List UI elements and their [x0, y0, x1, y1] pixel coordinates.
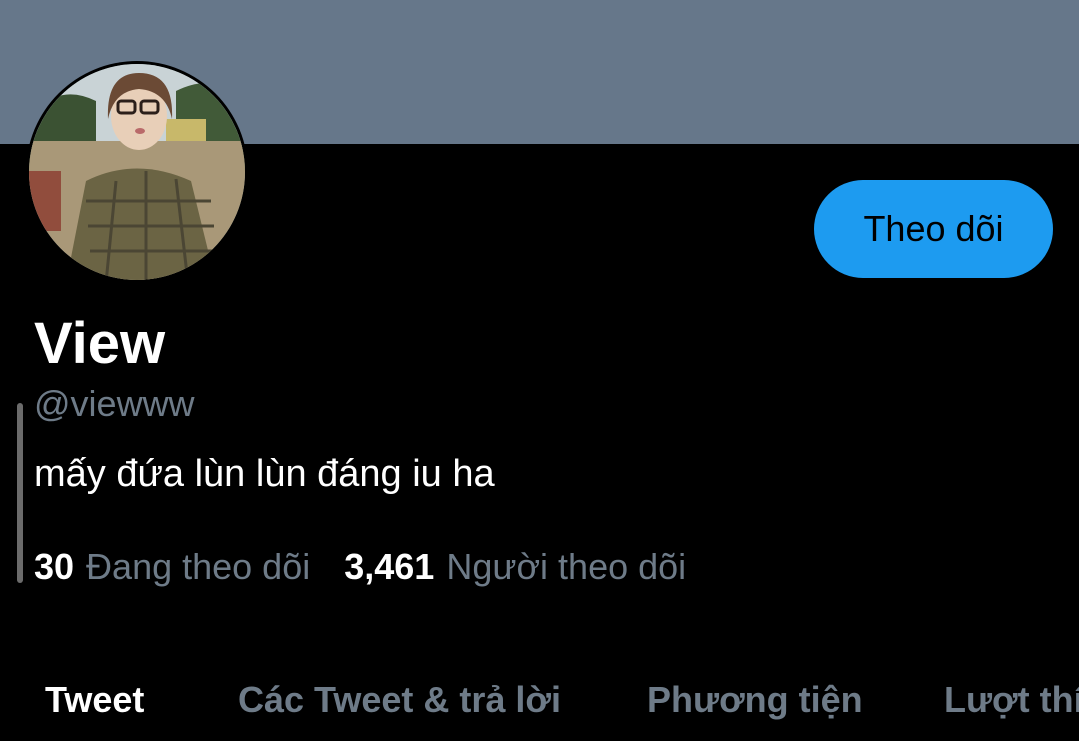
profile-tabs: Tweet Các Tweet & trả lời Phương tiện Lư…: [0, 672, 1079, 732]
tab-likes[interactable]: Lượt thích: [944, 672, 1079, 728]
followers-label: Người theo dõi: [446, 546, 687, 587]
tab-tweets-and-replies[interactable]: Các Tweet & trả lời: [238, 672, 561, 728]
followers-count: 3,461: [344, 546, 435, 587]
follow-button[interactable]: Theo dõi: [814, 180, 1053, 278]
display-name: View: [34, 311, 166, 376]
following-label: Đang theo dõi: [86, 546, 311, 587]
following-link[interactable]: 30 Đang theo dõi: [34, 545, 310, 589]
follow-stats: 30 Đang theo dõi 3,461 Người theo dõi: [34, 545, 686, 589]
tab-media[interactable]: Phương tiện: [647, 672, 863, 728]
profile-bio: mấy đứa lùn lùn đáng iu ha: [34, 453, 495, 495]
tab-tweets[interactable]: Tweet: [45, 672, 144, 728]
following-count: 30: [34, 546, 75, 587]
scroll-indicator[interactable]: [17, 403, 23, 583]
username-handle: @viewww: [34, 383, 195, 424]
avatar[interactable]: [26, 61, 248, 283]
followers-link[interactable]: 3,461 Người theo dõi: [344, 545, 686, 589]
avatar-image: [29, 64, 245, 280]
